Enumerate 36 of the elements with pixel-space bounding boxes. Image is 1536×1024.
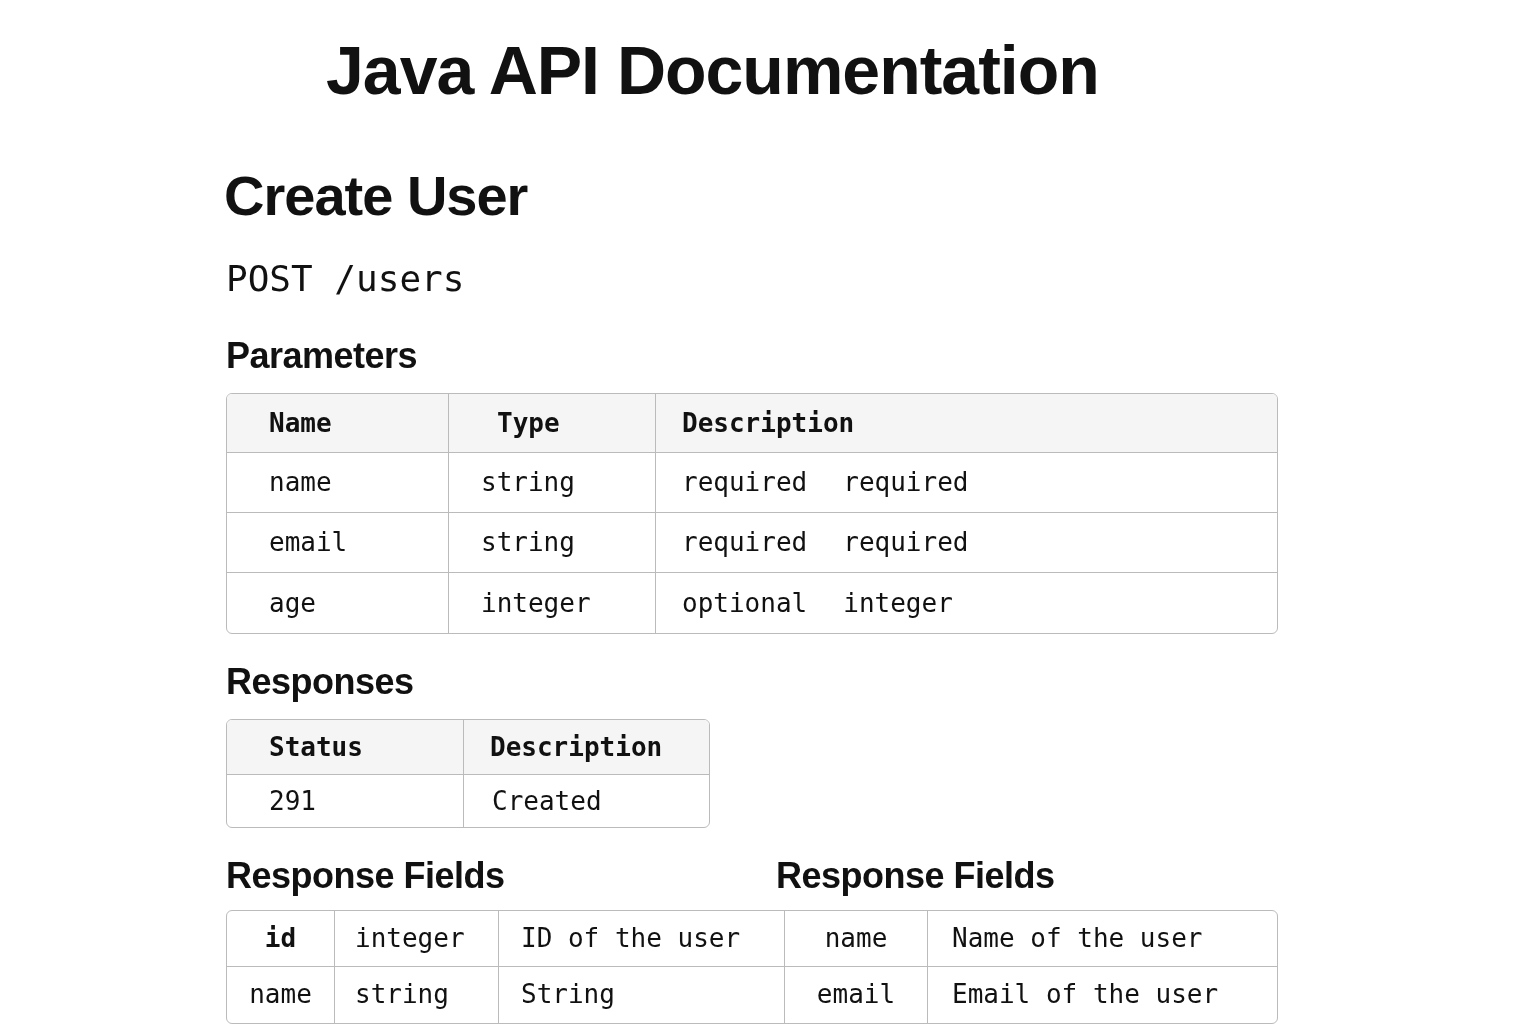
cell-text: required [843,466,969,500]
cell-text: optional [682,586,808,620]
table-cell: string [335,966,499,1023]
cell-text: required [843,526,969,560]
endpoint-title: Create User [224,162,529,229]
table-cell: email [227,513,449,574]
table-cell: string [449,453,656,514]
table-cell: age [227,573,449,634]
column-header: Description [656,394,1277,454]
column-header: Description [464,720,709,776]
cell-text: integer [843,586,953,620]
cell-text: required [682,466,808,500]
table-cell: name [785,910,928,967]
table-cell: ID of the user [499,910,785,967]
column-header: Name [227,394,449,454]
cell-text: required [682,526,808,560]
column-header: Status [227,720,464,776]
table-cell-text: Created [491,784,603,818]
table-cell: name [227,966,335,1023]
page-title: Java API Documentation [326,31,1100,110]
table-cell: name [227,453,449,514]
table-cell: id [227,910,335,967]
section-heading: Response Fields [226,854,506,898]
section-heading: Response Fields [776,854,1055,898]
table-cell: 291 [227,775,464,828]
table-cell: string [449,513,656,574]
table-cell: email [785,966,928,1023]
section-heading: Parameters [226,333,419,378]
column-header: Type [449,394,656,454]
table-cell: Name of the user [928,910,1277,967]
endpoint-path: POST /users [226,256,466,300]
section-heading: Responses [226,660,415,704]
table-cell-text: Email of the user [951,978,1220,1012]
table-cell: integer [449,573,656,634]
table-cell: String [499,966,785,1023]
table-cell: integer [335,910,499,967]
